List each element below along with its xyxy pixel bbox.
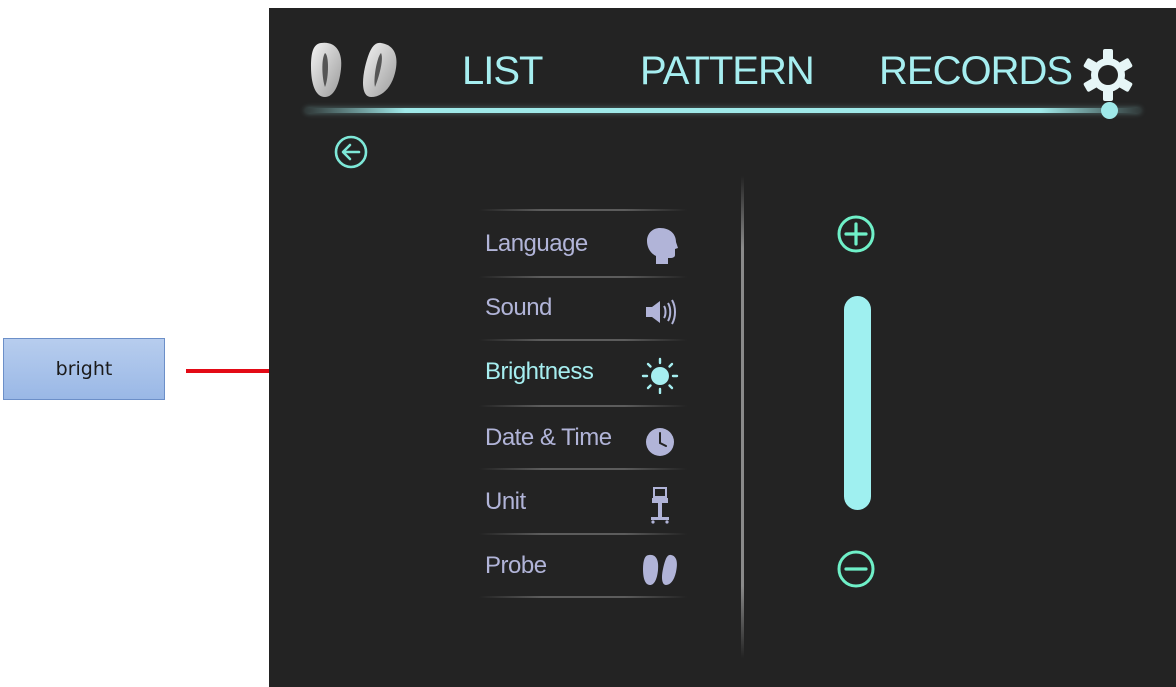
menu-separator — [479, 468, 687, 470]
back-arrow-icon[interactable] — [333, 134, 369, 170]
tab-records[interactable]: RECORDS — [879, 48, 1073, 94]
callout-box: bright — [3, 338, 165, 400]
menu-item-language[interactable]: Language — [480, 216, 685, 272]
device-screen: LIST PATTERN RECORDS Language Sound Brig… — [269, 8, 1176, 687]
head-profile-icon — [647, 228, 678, 264]
menu-separator — [479, 405, 687, 407]
callout-label: bright — [55, 358, 113, 380]
menu-separator — [479, 339, 687, 341]
menu-item-probe[interactable]: Probe — [480, 538, 685, 594]
device-cart-icon — [651, 487, 669, 524]
active-tab-indicator — [1101, 102, 1118, 119]
menu-item-sound[interactable]: Sound — [480, 280, 685, 336]
clock-icon — [646, 428, 674, 456]
vertical-divider — [741, 176, 744, 658]
menu-separator — [479, 596, 687, 598]
menu-separator — [479, 276, 687, 278]
gear-icon[interactable] — [1080, 47, 1136, 103]
menu-item-brightness[interactable]: Brightness — [480, 344, 685, 400]
menu-item-label: Language — [485, 230, 588, 257]
tab-pattern[interactable]: PATTERN — [640, 48, 815, 94]
speaker-icon — [646, 299, 676, 325]
plus-icon[interactable] — [836, 214, 876, 254]
menu-separator — [479, 533, 687, 535]
probe-pair-icon[interactable] — [307, 39, 402, 99]
menu-separator — [479, 209, 687, 211]
header-underline — [305, 108, 1141, 113]
menu-item-label: Date & Time — [485, 424, 612, 451]
menu-item-label: Brightness — [485, 358, 594, 385]
menu-item-label: Sound — [485, 294, 552, 321]
brightness-slider[interactable] — [844, 296, 871, 510]
minus-icon[interactable] — [836, 549, 876, 589]
menu-item-date-time[interactable]: Date & Time — [480, 410, 685, 466]
sun-icon — [641, 357, 679, 394]
tab-list[interactable]: LIST — [462, 48, 543, 94]
menu-item-label: Probe — [485, 552, 547, 579]
probe-icon — [643, 554, 677, 585]
menu-item-label: Unit — [485, 488, 526, 515]
menu-item-unit[interactable]: Unit — [480, 474, 685, 530]
